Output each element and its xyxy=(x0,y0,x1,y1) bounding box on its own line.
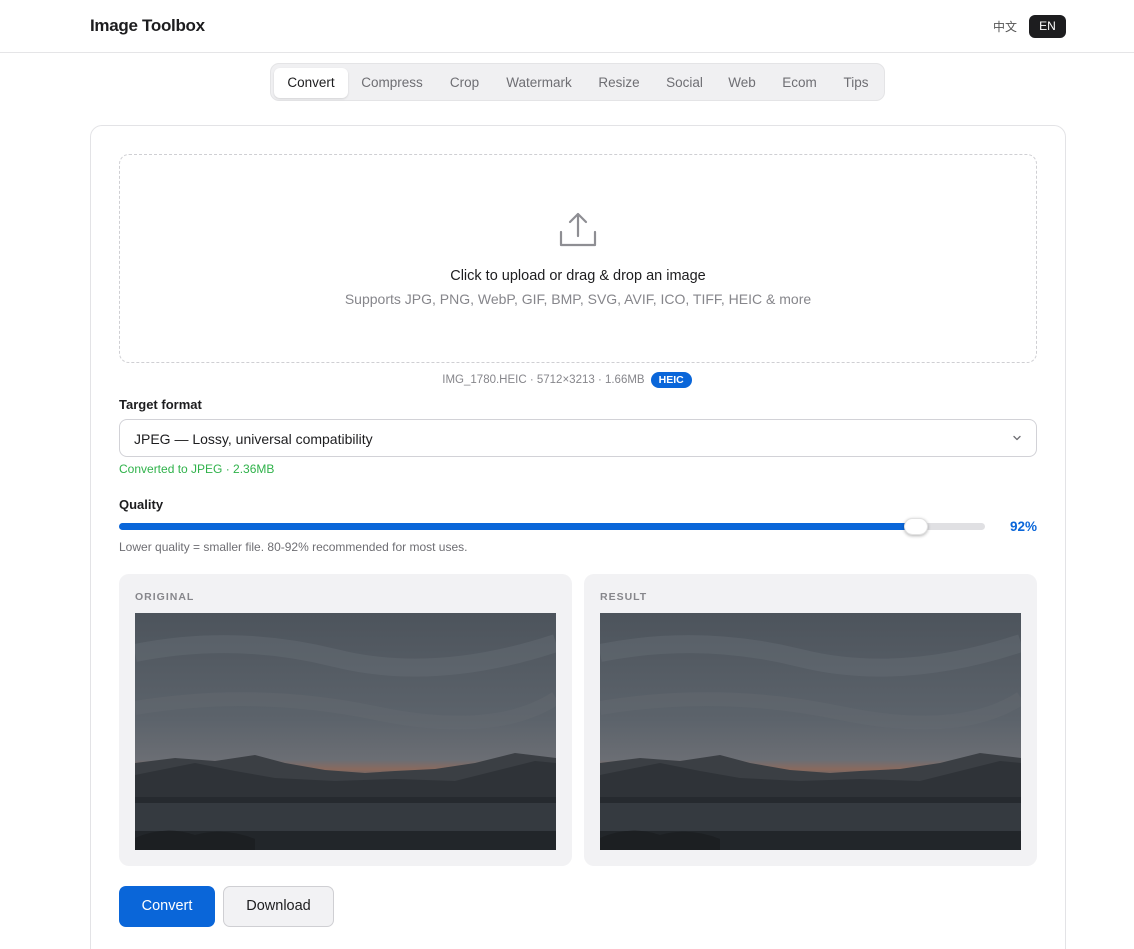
target-format-value: JPEG — Lossy, universal compatibility xyxy=(134,431,373,447)
app-title: Image Toolbox xyxy=(90,16,205,35)
quality-value: 92% xyxy=(1009,519,1037,534)
file-details: IMG_1780.HEIC · 5712×3213 · 1.66MB xyxy=(442,374,645,386)
upload-title: Click to upload or drag & drop an image xyxy=(450,268,706,284)
result-image xyxy=(600,613,1021,850)
result-preview-panel: RESULT xyxy=(584,574,1037,866)
quality-slider-thumb[interactable] xyxy=(903,518,928,535)
quality-slider-fill xyxy=(119,523,916,530)
upload-dropzone[interactable]: Click to upload or drag & drop an image … xyxy=(119,154,1037,363)
conversion-status: Converted to JPEG · 2.36MB xyxy=(119,462,275,476)
quality-hint: Lower quality = smaller file. 80-92% rec… xyxy=(119,540,468,554)
upload-supported-formats: Supports JPG, PNG, WebP, GIF, BMP, SVG, … xyxy=(344,291,812,307)
tab-convert[interactable]: Convert xyxy=(274,68,348,98)
language-chinese-button[interactable]: 中文 xyxy=(988,16,1022,38)
target-format-select[interactable]: JPEG — Lossy, universal compatibility xyxy=(119,419,1037,457)
language-english-button[interactable]: EN xyxy=(1029,15,1066,38)
tool-tabs: Convert Compress Crop Watermark Resize S… xyxy=(270,63,885,101)
quality-slider[interactable] xyxy=(119,518,985,536)
download-button[interactable]: Download xyxy=(223,886,334,927)
convert-button[interactable]: Convert xyxy=(119,886,215,927)
tab-ecom[interactable]: Ecom xyxy=(769,68,830,98)
file-format-badge: HEIC xyxy=(650,372,692,388)
tab-watermark[interactable]: Watermark xyxy=(494,68,584,98)
original-preview-panel: ORIGINAL xyxy=(119,574,572,866)
upload-icon xyxy=(559,212,597,247)
target-format-label: Target format xyxy=(119,397,202,412)
file-info: IMG_1780.HEIC · 5712×3213 · 1.66MB HEIC xyxy=(0,372,1134,388)
original-label: ORIGINAL xyxy=(135,591,195,603)
tab-crop[interactable]: Crop xyxy=(436,68,493,98)
original-image xyxy=(135,613,556,850)
tab-resize[interactable]: Resize xyxy=(585,68,653,98)
quality-label: Quality xyxy=(119,497,164,512)
tab-compress[interactable]: Compress xyxy=(349,68,435,98)
chevron-down-icon xyxy=(1013,435,1021,441)
tab-tips[interactable]: Tips xyxy=(831,68,881,98)
result-label: RESULT xyxy=(600,591,648,603)
tab-web[interactable]: Web xyxy=(716,68,768,98)
tab-social[interactable]: Social xyxy=(654,68,715,98)
top-bar: Image Toolbox 中文 EN xyxy=(0,0,1134,53)
